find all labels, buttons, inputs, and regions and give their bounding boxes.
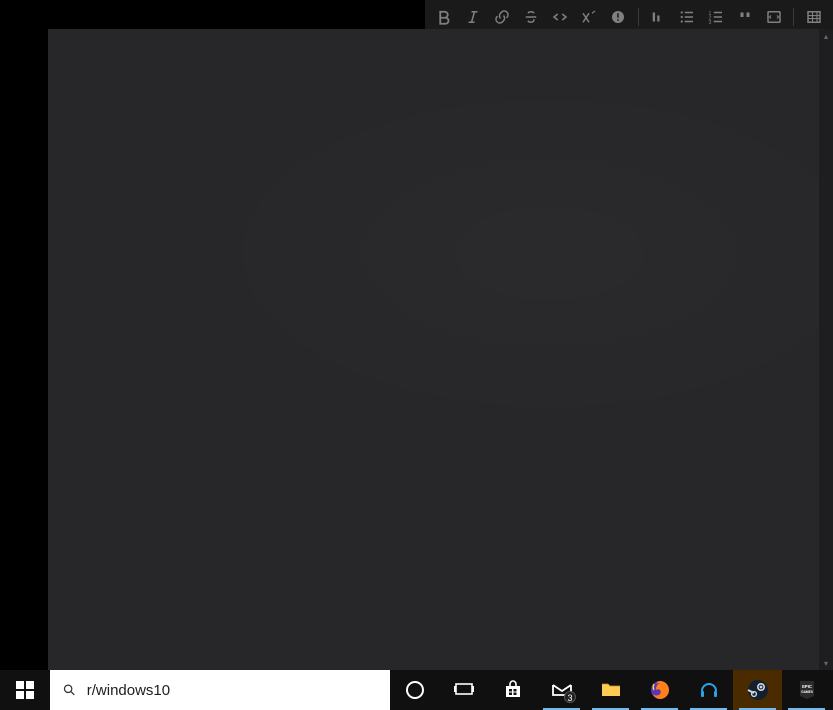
folder-icon bbox=[599, 678, 623, 702]
italic-button[interactable] bbox=[462, 5, 485, 29]
mail-badge: 3 bbox=[564, 691, 576, 703]
task-view-icon bbox=[452, 678, 476, 702]
cortana-icon bbox=[403, 678, 427, 702]
content-panel bbox=[48, 29, 819, 670]
inline-code-button[interactable] bbox=[549, 5, 572, 29]
firefox-icon bbox=[648, 678, 672, 702]
quote-button[interactable] bbox=[733, 5, 756, 29]
scroll-down-button[interactable]: ▾ bbox=[819, 656, 833, 670]
svg-text:GAMES: GAMES bbox=[801, 690, 813, 694]
store-icon bbox=[501, 678, 525, 702]
spoiler-button[interactable] bbox=[607, 5, 630, 29]
microsoft-store-button[interactable] bbox=[488, 670, 537, 710]
cortana-button[interactable] bbox=[390, 670, 439, 710]
task-view-button[interactable] bbox=[439, 670, 488, 710]
taskbar: 3 bbox=[0, 670, 833, 710]
heading-button[interactable] bbox=[647, 5, 670, 29]
link-button[interactable] bbox=[491, 5, 514, 29]
start-button[interactable] bbox=[0, 670, 50, 710]
table-button[interactable] bbox=[802, 5, 825, 29]
code-block-button[interactable] bbox=[762, 5, 785, 29]
bold-button[interactable] bbox=[433, 5, 456, 29]
taskbar-search[interactable] bbox=[50, 670, 390, 710]
steam-icon bbox=[746, 678, 770, 702]
toolbar-separator bbox=[793, 8, 794, 26]
firefox-button[interactable] bbox=[635, 670, 684, 710]
epic-games-button[interactable]: EPIC GAMES bbox=[782, 670, 831, 710]
steam-button[interactable] bbox=[733, 670, 782, 710]
toolbar-separator bbox=[638, 8, 639, 26]
strikethrough-button[interactable] bbox=[520, 5, 543, 29]
teamspeak-button[interactable] bbox=[684, 670, 733, 710]
svg-text:EPIC: EPIC bbox=[802, 684, 812, 689]
search-input[interactable] bbox=[87, 682, 378, 699]
scrollbar-track[interactable] bbox=[819, 29, 833, 670]
search-icon bbox=[62, 682, 77, 698]
windows-logo-icon bbox=[16, 681, 34, 699]
superscript-button[interactable] bbox=[578, 5, 601, 29]
epic-games-icon: EPIC GAMES bbox=[795, 678, 819, 702]
scroll-up-button[interactable]: ▴ bbox=[819, 29, 833, 43]
bulleted-list-button[interactable] bbox=[675, 5, 698, 29]
file-explorer-button[interactable] bbox=[586, 670, 635, 710]
svg-text:3: 3 bbox=[708, 20, 711, 26]
headset-icon bbox=[697, 678, 721, 702]
mail-button[interactable]: 3 bbox=[537, 670, 586, 710]
numbered-list-button[interactable]: 123 bbox=[704, 5, 727, 29]
